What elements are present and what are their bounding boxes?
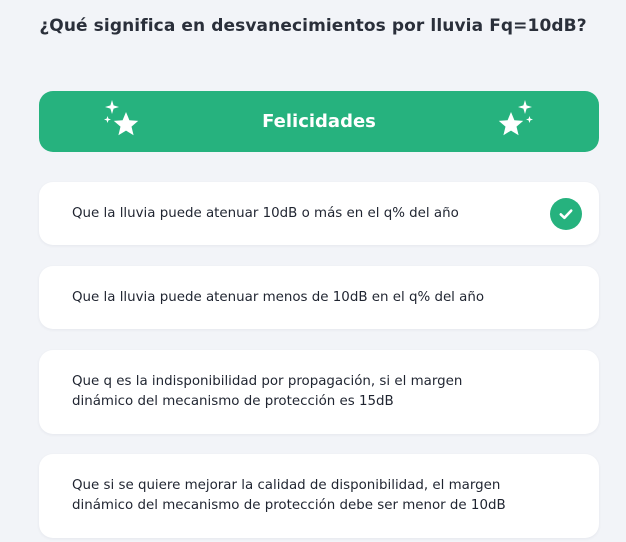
- result-banner: Felicidades: [39, 91, 599, 152]
- answer-option-text: Que si se quiere mejorar la calidad de d…: [72, 478, 506, 513]
- answer-option-2[interactable]: Que la lluvia puede atenuar menos de 10d…: [39, 266, 599, 329]
- sparkle-star-icon: [498, 100, 533, 136]
- question-title: ¿Qué significa en desvanecimientos por l…: [39, 16, 587, 36]
- answer-option-text: Que q es la indisponibilidad por propaga…: [72, 374, 463, 409]
- answer-option-4[interactable]: Que si se quiere mejorar la calidad de d…: [39, 454, 599, 538]
- answer-option-1[interactable]: Que la lluvia puede atenuar 10dB o más e…: [39, 182, 599, 245]
- check-circle-icon: [550, 198, 582, 230]
- result-label: Felicidades: [262, 111, 376, 132]
- answer-option-text: Que la lluvia puede atenuar 10dB o más e…: [72, 205, 459, 221]
- answer-option-text: Que la lluvia puede atenuar menos de 10d…: [72, 289, 485, 305]
- answer-option-3[interactable]: Que q es la indisponibilidad por propaga…: [39, 350, 599, 434]
- sparkle-star-icon: [104, 100, 139, 136]
